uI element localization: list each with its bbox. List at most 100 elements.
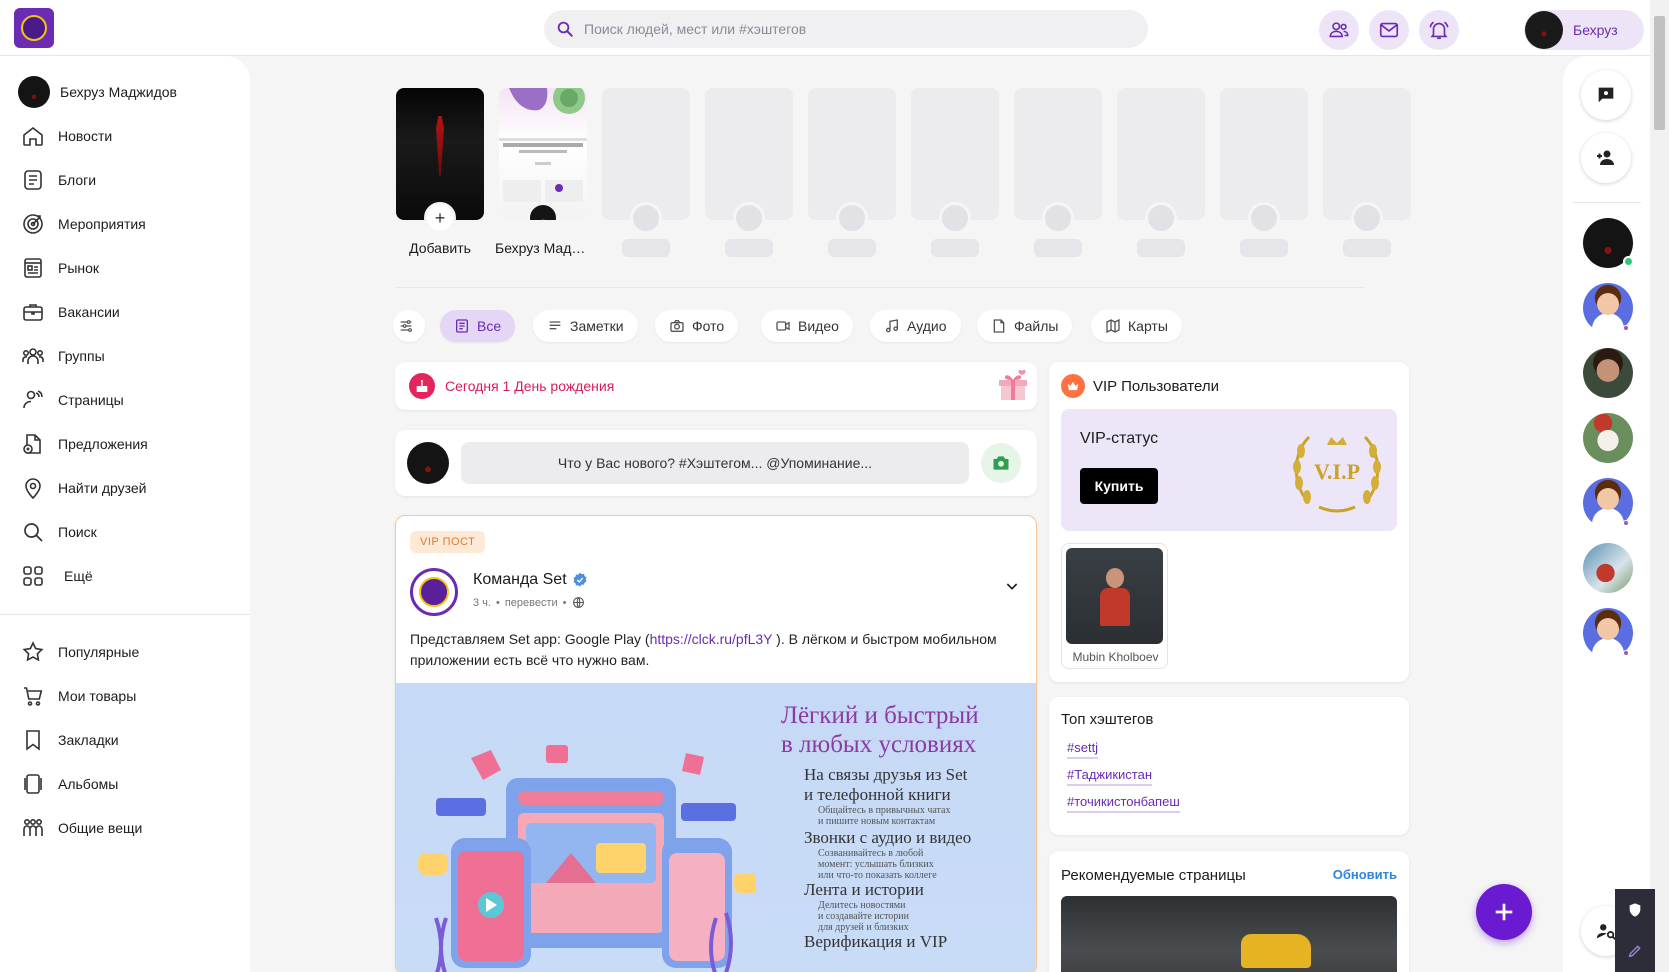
filter-maps[interactable]: Карты — [1091, 310, 1182, 342]
story-add-label: Добавить — [409, 240, 471, 256]
vip-header: VIP Пользователи — [1061, 374, 1219, 398]
scrollbar[interactable] — [1650, 0, 1669, 972]
sidebar-item-find-friends[interactable]: Найти друзей — [20, 473, 147, 503]
recommended-page-image[interactable] — [1061, 896, 1397, 972]
sidebar-item-market[interactable]: Рынок — [20, 253, 99, 283]
sidebar-item-blogs[interactable]: Блоги — [20, 165, 96, 195]
shield-icon[interactable] — [1627, 902, 1643, 918]
vip-user-tile[interactable]: Mubin Kholboev — [1061, 543, 1168, 669]
chat-settings-button[interactable] — [1581, 70, 1631, 120]
friends-button[interactable] — [1319, 10, 1359, 50]
music-icon — [886, 319, 898, 333]
user-menu-button[interactable]: Бехруз — [1524, 10, 1644, 50]
sidebar-item-shared-things[interactable]: Общие вещи — [20, 813, 142, 843]
vip-status-title: VIP-статус — [1080, 430, 1159, 447]
story-label-placeholder — [622, 239, 670, 257]
sidebar-item-offers[interactable]: Предложения — [20, 429, 148, 459]
contact-avatar[interactable] — [1583, 413, 1633, 463]
contact-avatar[interactable] — [1583, 348, 1633, 398]
filter-photo[interactable]: Фото — [655, 310, 739, 342]
author-avatar[interactable] — [410, 568, 458, 616]
filter-all[interactable]: Все — [440, 310, 516, 342]
filter-settings-button[interactable] — [393, 310, 425, 342]
contact-avatar[interactable] — [1583, 478, 1633, 528]
bell-icon — [1429, 21, 1449, 40]
sidebar-item-groups[interactable]: Группы — [20, 341, 105, 371]
sidebar-item-label: Страницы — [58, 392, 124, 408]
post-link[interactable]: https://clck.ru/pfL3Y — [650, 631, 773, 647]
sidebar-item-pages[interactable]: Страницы — [20, 385, 124, 415]
lines-icon — [549, 321, 561, 330]
chat-gear-icon — [1598, 87, 1614, 103]
sidebar-item-jobs[interactable]: Вакансии — [20, 297, 120, 327]
contact-avatar[interactable] — [1583, 218, 1634, 268]
story-add[interactable]: + — [396, 88, 484, 234]
divider — [395, 287, 1365, 288]
search-bar[interactable] — [544, 10, 1148, 48]
add-photo-button[interactable] — [981, 443, 1021, 483]
user-name: Бехруз — [1573, 22, 1618, 38]
add-friend-button[interactable] — [1581, 133, 1631, 183]
vip-title: VIP Пользователи — [1093, 377, 1219, 395]
birthday-card[interactable]: Сегодня 1 День рождения — [395, 362, 1037, 410]
sidebar-item-more[interactable]: Ещё — [20, 561, 93, 591]
scrollbar-thumb[interactable] — [1654, 16, 1665, 130]
filter-video[interactable]: Видео — [761, 310, 853, 342]
composer-input[interactable]: Что у Вас нового? #Хэштегом... @Упоминан… — [461, 442, 969, 484]
post-image[interactable]: Лёгкий и быстрый в любых условиях На свя… — [396, 683, 1036, 972]
recommended-title: Рекомендуемые страницы — [1061, 867, 1246, 884]
filter-audio[interactable]: Аудио — [870, 310, 961, 342]
promo-title: Лёгкий и быстрый в любых условиях — [781, 702, 979, 758]
online-indicator — [1623, 256, 1634, 267]
crown-icon — [1061, 374, 1085, 398]
sidebar-profile[interactable]: Бехруз Маджидов — [18, 76, 177, 108]
create-post-fab[interactable] — [1476, 884, 1532, 940]
post-menu-button[interactable] — [1004, 578, 1020, 599]
sidebar-item-events[interactable]: Мероприятия — [20, 209, 146, 239]
contact-avatar[interactable] — [1583, 543, 1633, 593]
sidebar-item-albums[interactable]: Альбомы — [20, 769, 118, 799]
user-search-icon — [1596, 924, 1616, 940]
filter-files[interactable]: Файлы — [977, 310, 1073, 342]
hashtag-link[interactable]: #settj — [1067, 740, 1099, 759]
file-icon — [993, 319, 1005, 333]
hashtag-link[interactable]: #точикистонбапеш — [1067, 794, 1180, 813]
contact-avatar[interactable] — [1583, 608, 1633, 658]
hashtag-link[interactable]: #Таджикистан — [1067, 767, 1153, 786]
filter-notes[interactable]: Заметки — [533, 310, 638, 342]
document-icon — [20, 167, 46, 193]
story-user[interactable] — [499, 88, 587, 220]
translate-link[interactable]: перевести — [505, 597, 558, 609]
document-icon — [456, 319, 468, 333]
sidebar-item-my-products[interactable]: Мои товары — [20, 681, 136, 711]
notifications-button[interactable] — [1419, 10, 1459, 50]
sidebar-item-bookmarks[interactable]: Закладки — [20, 725, 119, 755]
sidebar-item-popular[interactable]: Популярные — [20, 637, 139, 667]
phones-illustration — [418, 745, 756, 972]
hashtags-title: Топ хэштегов — [1061, 711, 1154, 728]
plus-icon — [1495, 903, 1513, 921]
sidebar-item-news[interactable]: Новости — [20, 121, 112, 151]
buy-button[interactable]: Купить — [1080, 468, 1158, 504]
search-input[interactable] — [584, 21, 1124, 37]
plus-icon[interactable]: + — [424, 202, 456, 234]
pen-icon[interactable] — [1627, 943, 1643, 959]
vip-post-badge: VIP ПОСТ — [410, 531, 486, 553]
story-label-placeholder — [1343, 239, 1391, 257]
search-icon — [557, 21, 573, 37]
store-icon — [20, 255, 46, 281]
profile-name: Бехруз Маджидов — [60, 84, 177, 100]
search-icon — [20, 519, 46, 545]
story-thumbnail — [499, 88, 587, 202]
app-logo[interactable] — [14, 8, 54, 48]
post-author[interactable]: Команда Set — [473, 571, 588, 589]
sidebar-item-label: Мои товары — [58, 688, 137, 704]
friends-icon — [1329, 22, 1349, 38]
messages-button[interactable] — [1369, 10, 1409, 50]
refresh-button[interactable]: Обновить — [1333, 867, 1397, 882]
mail-icon — [1379, 22, 1399, 38]
briefcase-icon — [20, 299, 46, 325]
sidebar-item-search[interactable]: Поиск — [20, 517, 97, 547]
birthday-text: Сегодня 1 День рождения — [445, 378, 615, 394]
contact-avatar[interactable] — [1583, 283, 1633, 333]
